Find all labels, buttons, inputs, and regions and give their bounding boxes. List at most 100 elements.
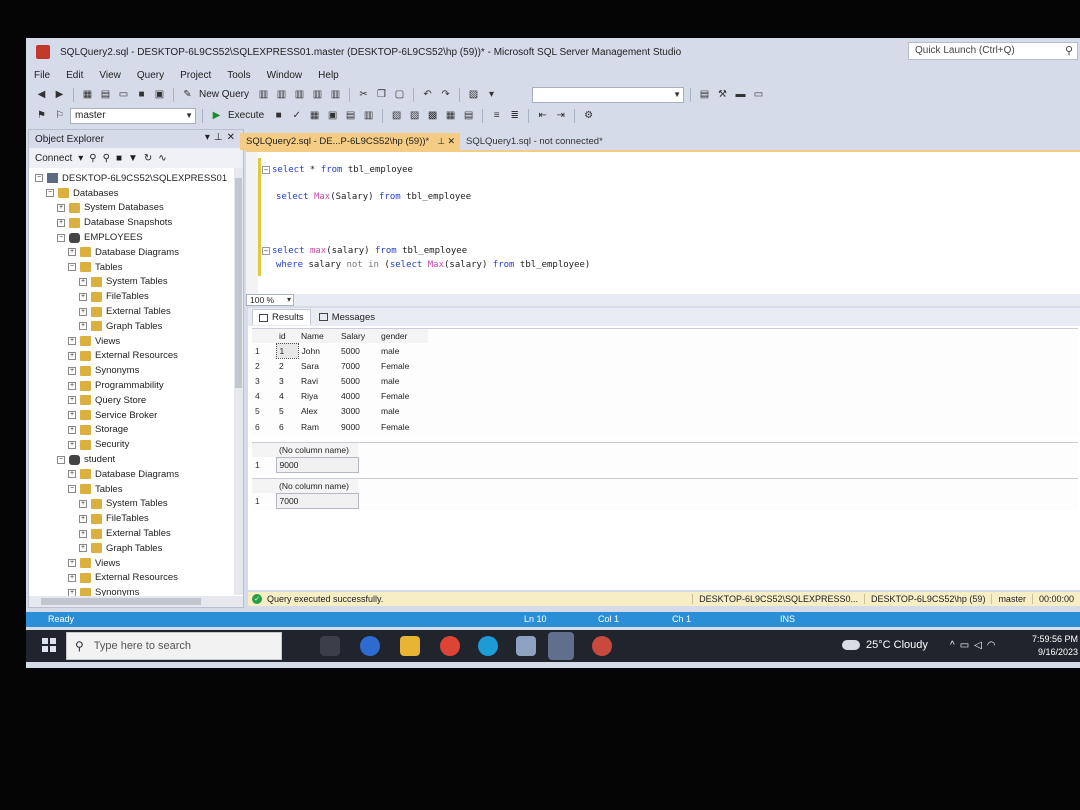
expand-icon[interactable]: +: [79, 307, 87, 316]
connect-icon[interactable]: ⚲: [89, 153, 96, 164]
cell-salary[interactable]: 5000: [338, 343, 378, 358]
forward-icon[interactable]: ▶: [52, 87, 67, 102]
cell-gender[interactable]: male: [378, 373, 428, 388]
tree-item[interactable]: + Query Store: [29, 393, 243, 408]
expand-icon[interactable]: +: [79, 544, 87, 553]
object-explorer-vertical-scrollbar[interactable]: [234, 168, 243, 595]
expand-icon[interactable]: +: [79, 322, 87, 331]
object-explorer-icon[interactable]: ⚑: [34, 108, 49, 123]
expand-icon[interactable]: +: [68, 440, 76, 449]
properties-icon[interactable]: ▤: [697, 87, 712, 102]
tree-item[interactable]: − Tables: [29, 482, 243, 497]
tab-results[interactable]: Results: [252, 309, 311, 325]
scrollbar-thumb[interactable]: [235, 178, 242, 388]
column-header-gender[interactable]: gender: [378, 329, 428, 343]
activity-icon[interactable]: ∿: [158, 153, 166, 164]
collapse-icon[interactable]: −: [262, 166, 270, 174]
expand-icon[interactable]: +: [68, 381, 76, 390]
system-tray[interactable]: ^▭◁◠: [950, 640, 1001, 651]
tree-item[interactable]: − EMPLOYEES: [29, 230, 243, 245]
expand-icon[interactable]: +: [68, 351, 76, 360]
result-grid-max-salary[interactable]: (No column name) 1 9000: [252, 442, 1078, 474]
tab-pin-close-icons[interactable]: ⊥ ✕: [437, 136, 455, 147]
expand-icon[interactable]: +: [79, 514, 87, 523]
collapse-icon[interactable]: −: [57, 233, 65, 242]
disconnect-icon[interactable]: ⚲: [103, 153, 110, 164]
tree-item[interactable]: + System Databases: [29, 201, 243, 216]
tree-item[interactable]: + Security: [29, 437, 243, 452]
results-to-grid-icon[interactable]: ▦: [443, 108, 458, 123]
register-server-icon[interactable]: ⚐: [52, 108, 67, 123]
wrench-icon[interactable]: ⚒: [715, 87, 730, 102]
object-explorer-horizontal-scrollbar[interactable]: [29, 596, 243, 607]
tree-item[interactable]: − DESKTOP-6L9CS52\SQLEXPRESS01: [29, 171, 243, 186]
toolbox-icon[interactable]: ▬: [733, 87, 748, 102]
debug-target-icon[interactable]: ▾: [484, 87, 499, 102]
cell-salary[interactable]: 5000: [338, 373, 378, 388]
cell-id[interactable]: 1: [275, 342, 299, 359]
execute-icon[interactable]: ▶: [209, 108, 224, 123]
tab-sqlquery1[interactable]: SQLQuery1.sql - not connected*: [460, 133, 609, 150]
collapse-icon[interactable]: −: [35, 174, 43, 183]
new-query-button[interactable]: New Query: [199, 89, 249, 100]
query-editor[interactable]: − select * from tbl_employee select Max(S…: [246, 150, 1080, 294]
xmla-query-icon[interactable]: ▥: [310, 87, 325, 102]
cell-salary[interactable]: 3000: [338, 404, 378, 419]
intellisense-icon[interactable]: ▤: [343, 108, 358, 123]
available-databases-select[interactable]: master ▼: [70, 107, 196, 124]
max-salary-cell[interactable]: 9000: [275, 456, 359, 473]
cell-id[interactable]: 6: [276, 419, 298, 434]
uncomment-lines-icon[interactable]: ≣: [507, 108, 522, 123]
tree-item[interactable]: + FileTables: [29, 511, 243, 526]
expand-icon[interactable]: +: [79, 277, 87, 286]
cell-name[interactable]: John: [298, 343, 338, 358]
open-file-icon[interactable]: ▭: [116, 87, 131, 102]
cell-id[interactable]: 4: [276, 389, 298, 404]
taskbar-clock[interactable]: 7:59:56 PM 9/16/2023: [1032, 633, 1078, 659]
menu-window[interactable]: Window: [267, 70, 303, 81]
cell-name[interactable]: Ram: [298, 419, 338, 434]
template-explorer-icon[interactable]: ▭: [751, 87, 766, 102]
redo-icon[interactable]: ↷: [438, 87, 453, 102]
table-row[interactable]: 5 5 Alex 3000 male: [252, 404, 428, 419]
client-statistics-icon[interactable]: ▩: [425, 108, 440, 123]
task-view-icon[interactable]: [320, 636, 340, 656]
query-options-icon[interactable]: ▣: [325, 108, 340, 123]
zoom-select[interactable]: 100 % ▾: [246, 294, 294, 306]
code-line-7[interactable]: − select max(salary) from tbl_employee: [262, 246, 467, 256]
result-grid-employees[interactable]: id Name Salary gender 1 1 John 5000 male 2 2 Sa…: [252, 328, 1078, 436]
menu-query[interactable]: Query: [137, 70, 164, 81]
expand-icon[interactable]: +: [68, 248, 76, 257]
expand-icon[interactable]: +: [68, 470, 76, 479]
specify-template-values-icon[interactable]: ⚙: [581, 108, 596, 123]
table-row[interactable]: 3 3 Ravi 5000 male: [252, 373, 428, 388]
expand-icon[interactable]: +: [68, 425, 76, 434]
collapse-icon[interactable]: −: [68, 263, 76, 272]
expand-icon[interactable]: +: [68, 337, 76, 346]
tree-item[interactable]: + External Resources: [29, 571, 243, 586]
tree-item[interactable]: + Programmability: [29, 378, 243, 393]
tree-item[interactable]: + Database Snapshots: [29, 215, 243, 230]
refresh-icon[interactable]: ↻: [144, 153, 152, 164]
second-max-salary-cell[interactable]: 7000: [275, 492, 359, 509]
display-estimated-plan-icon[interactable]: ▦: [307, 108, 322, 123]
tree-item[interactable]: + Database Diagrams: [29, 245, 243, 260]
cut-icon[interactable]: ✂: [356, 87, 371, 102]
cell-gender[interactable]: Female: [378, 389, 428, 404]
table-row[interactable]: 1 1 John 5000 male: [252, 342, 428, 359]
cell-gender[interactable]: male: [378, 343, 428, 358]
cell-salary[interactable]: 4000: [338, 389, 378, 404]
mdx-query-icon[interactable]: ▥: [274, 87, 289, 102]
tree-item[interactable]: + Views: [29, 556, 243, 571]
solution-configuration-dropdown[interactable]: ▼: [532, 86, 685, 103]
tree-item[interactable]: + External Tables: [29, 304, 243, 319]
activity-monitor-icon[interactable]: ▨: [466, 87, 481, 102]
cell-gender[interactable]: Female: [378, 419, 428, 434]
paste-icon[interactable]: ▢: [392, 87, 407, 102]
tree-item[interactable]: + System Tables: [29, 275, 243, 290]
ssms-taskbar-icon[interactable]: [548, 632, 574, 660]
table-row[interactable]: 1 7000: [252, 492, 359, 509]
back-icon[interactable]: ◀: [34, 87, 49, 102]
execute-button[interactable]: Execute: [228, 110, 264, 121]
cell-gender[interactable]: male: [378, 404, 428, 419]
